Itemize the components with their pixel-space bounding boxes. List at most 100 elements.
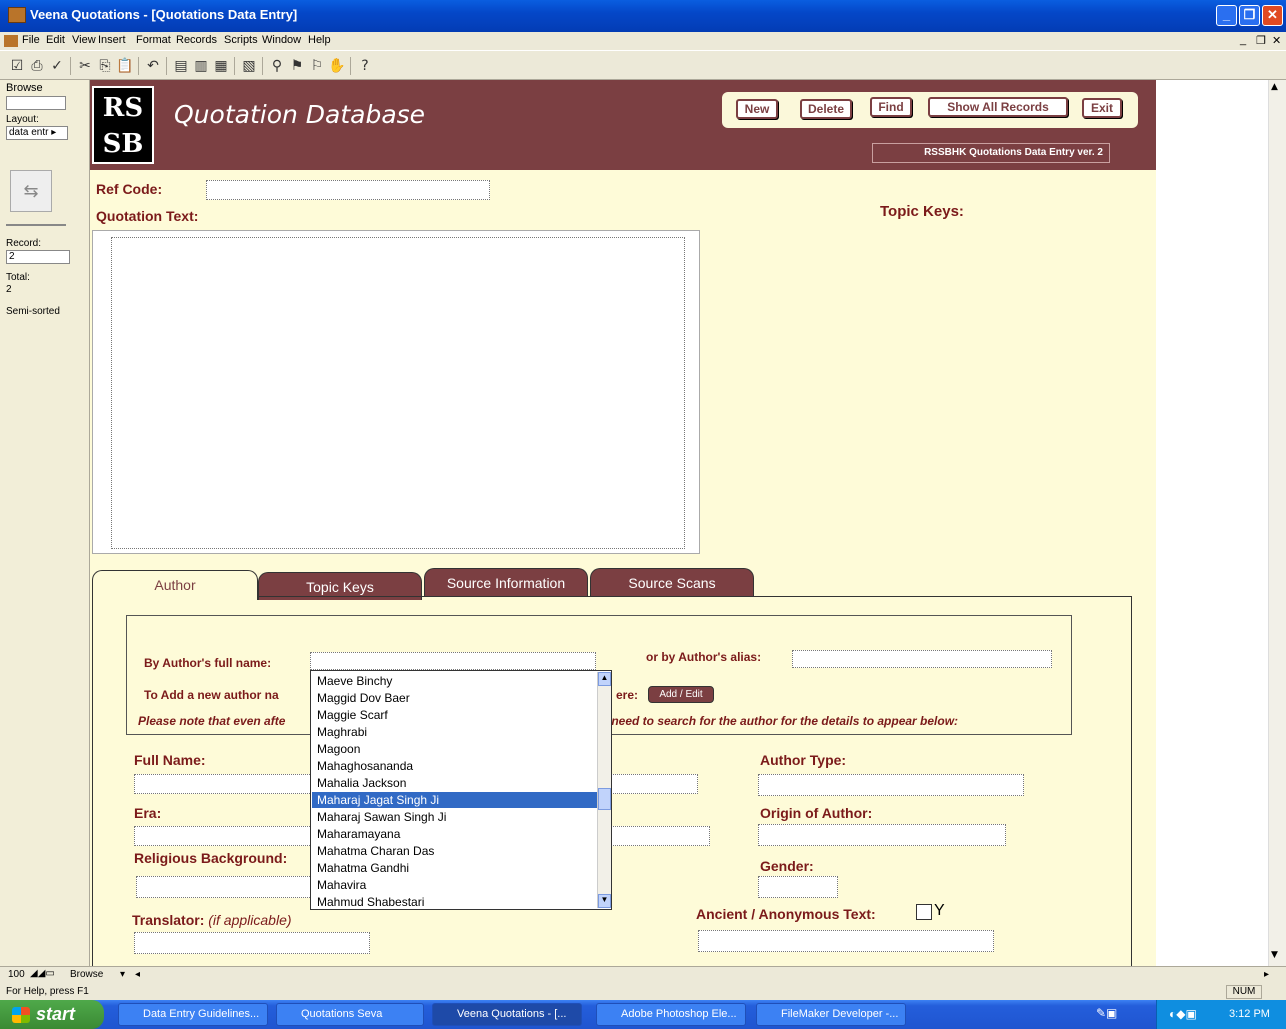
list-item[interactable]: Magoon: [317, 741, 597, 757]
list-item[interactable]: Mahatma Charan Das: [317, 843, 597, 859]
help-icon[interactable]: ?: [356, 57, 374, 75]
mdi-minimize-icon[interactable]: _: [1240, 34, 1246, 46]
quotation-text-field[interactable]: [111, 237, 685, 549]
tray-network-icon[interactable]: ◐◆▣: [1169, 1007, 1197, 1021]
ancient-text-field[interactable]: [698, 930, 994, 952]
record-number-input[interactable]: 2: [6, 250, 70, 264]
menu-format[interactable]: Format: [136, 34, 171, 46]
menu-view[interactable]: View: [72, 34, 96, 46]
list-item[interactable]: Maggid Dov Baer: [317, 690, 597, 706]
menu-file[interactable]: File: [22, 34, 40, 46]
sort-icon[interactable]: ▧: [240, 57, 258, 75]
author-alias-input[interactable]: [792, 650, 1052, 668]
record-slider[interactable]: [6, 224, 66, 226]
exit-button[interactable]: Exit: [1082, 98, 1122, 118]
mode-switcher[interactable]: [6, 96, 66, 110]
mode-popup[interactable]: Browse: [70, 969, 103, 980]
tab-source-information[interactable]: Source Information: [424, 568, 588, 596]
task-quotations-seva[interactable]: Quotations Seva: [276, 1003, 424, 1026]
print-icon[interactable]: ⎙: [28, 57, 46, 75]
tab-author[interactable]: Author: [92, 570, 258, 600]
total-label: Total:: [6, 272, 30, 283]
task-filemaker-developer[interactable]: FileMaker Developer -...: [756, 1003, 906, 1026]
new-button[interactable]: New: [736, 99, 778, 119]
list-item[interactable]: Mahalia Jackson: [317, 775, 597, 791]
scroll-up-icon[interactable]: ▲: [1271, 82, 1278, 92]
omit-multiple-icon[interactable]: ✋: [328, 57, 346, 75]
scroll-right-icon[interactable]: ▸: [1264, 969, 1269, 980]
list-item[interactable]: Maeve Binchy: [317, 673, 597, 689]
scroll-down-icon[interactable]: ▼: [1271, 950, 1278, 960]
add-new-author-label-end: ere:: [616, 688, 639, 702]
task-adobe-photoshop[interactable]: Adobe Photoshop Ele...: [596, 1003, 746, 1026]
mdi-restore-icon[interactable]: ❐: [1256, 34, 1266, 47]
clock[interactable]: 3:12 PM: [1229, 1008, 1270, 1020]
find-icon[interactable]: ⚲: [268, 57, 286, 75]
list-item[interactable]: Mahmud Shabestari: [317, 894, 597, 910]
menu-records[interactable]: Records: [176, 34, 217, 46]
spellcheck-icon[interactable]: ✓: [48, 57, 66, 75]
task-veena-quotations[interactable]: Veena Quotations - [...: [432, 1003, 582, 1026]
mode-dropdown-icon[interactable]: ▾: [120, 969, 125, 980]
layout-select[interactable]: data entr ▸: [6, 126, 68, 140]
show-all-records-button[interactable]: Show All Records: [928, 97, 1068, 117]
task-data-entry-guidelines[interactable]: Data Entry Guidelines...: [118, 1003, 268, 1026]
list-item[interactable]: Maggie Scarf: [317, 707, 597, 723]
list-item[interactable]: Maghrabi: [317, 724, 597, 740]
menu-edit[interactable]: Edit: [46, 34, 65, 46]
author-note-end: ill need to search for the author for th…: [598, 714, 959, 728]
record-book-icon[interactable]: ⇆: [10, 170, 52, 212]
duplicate-record-icon[interactable]: ▥: [192, 57, 210, 75]
origin-field[interactable]: [758, 824, 1006, 846]
add-edit-author-button[interactable]: Add / Edit: [648, 686, 714, 703]
cut-icon[interactable]: ✂: [76, 57, 94, 75]
doc-icon[interactable]: [4, 35, 18, 47]
paste-icon[interactable]: 📋: [116, 57, 134, 75]
scroll-up-icon[interactable]: ▲: [598, 672, 611, 686]
tray-tools-icon[interactable]: ✎▣: [1096, 1006, 1117, 1020]
window-vertical-scrollbar[interactable]: ▲ ▼: [1268, 80, 1286, 966]
undo-icon[interactable]: ↶: [144, 57, 162, 75]
menu-insert[interactable]: Insert: [98, 34, 126, 46]
ancient-checkbox-label: Y: [934, 902, 945, 919]
list-item[interactable]: Mahaghosananda: [317, 758, 597, 774]
scroll-left-icon[interactable]: ◂: [135, 969, 140, 980]
ref-code-field[interactable]: [206, 180, 490, 200]
author-type-field[interactable]: [758, 774, 1024, 796]
author-full-name-search-input[interactable]: [310, 652, 596, 670]
translator-field[interactable]: [134, 932, 370, 954]
list-item-selected[interactable]: Maharaj Jagat Singh Ji: [312, 792, 597, 808]
omit-icon[interactable]: ⚐: [308, 57, 326, 75]
delete-button[interactable]: Delete: [800, 99, 852, 119]
find-all-icon[interactable]: ⚑: [288, 57, 306, 75]
mdi-close-icon[interactable]: ✕: [1272, 34, 1281, 47]
scroll-thumb[interactable]: [598, 788, 611, 810]
dropdown-scrollbar[interactable]: ▲ ▼: [597, 672, 611, 908]
list-item[interactable]: Maharamayana: [317, 826, 597, 842]
ancient-anonymous-checkbox[interactable]: [916, 904, 932, 920]
copy-icon[interactable]: ⎘: [96, 57, 114, 75]
religious-background-field[interactable]: [136, 876, 316, 898]
close-button[interactable]: ✕: [1262, 5, 1283, 26]
menu-help[interactable]: Help: [308, 34, 331, 46]
new-record-icon[interactable]: ▤: [172, 57, 190, 75]
zoom-level[interactable]: 100: [8, 969, 25, 980]
zoom-icons[interactable]: ◢◢▭: [30, 968, 55, 979]
delete-record-icon[interactable]: ▦: [212, 57, 230, 75]
system-tray: ◐◆▣ 3:12 PM: [1156, 1000, 1286, 1029]
list-item[interactable]: Mahatma Gandhi: [317, 860, 597, 876]
scroll-down-icon[interactable]: ▼: [598, 894, 611, 908]
app-icon[interactable]: [8, 7, 26, 23]
maximize-button[interactable]: ❐: [1239, 5, 1260, 26]
check-icon[interactable]: ☑: [8, 57, 26, 75]
find-button[interactable]: Find: [870, 97, 912, 117]
author-dropdown-list[interactable]: Maeve Binchy Maggid Dov Baer Maggie Scar…: [310, 670, 612, 910]
start-button[interactable]: start: [0, 1000, 104, 1029]
list-item[interactable]: Mahavira: [317, 877, 597, 893]
menu-window[interactable]: Window: [262, 34, 301, 46]
list-item[interactable]: Maharaj Sawan Singh Ji: [317, 809, 597, 825]
tab-source-scans[interactable]: Source Scans: [590, 568, 754, 596]
gender-field[interactable]: [758, 876, 838, 898]
minimize-button[interactable]: _: [1216, 5, 1237, 26]
menu-scripts[interactable]: Scripts: [224, 34, 258, 46]
